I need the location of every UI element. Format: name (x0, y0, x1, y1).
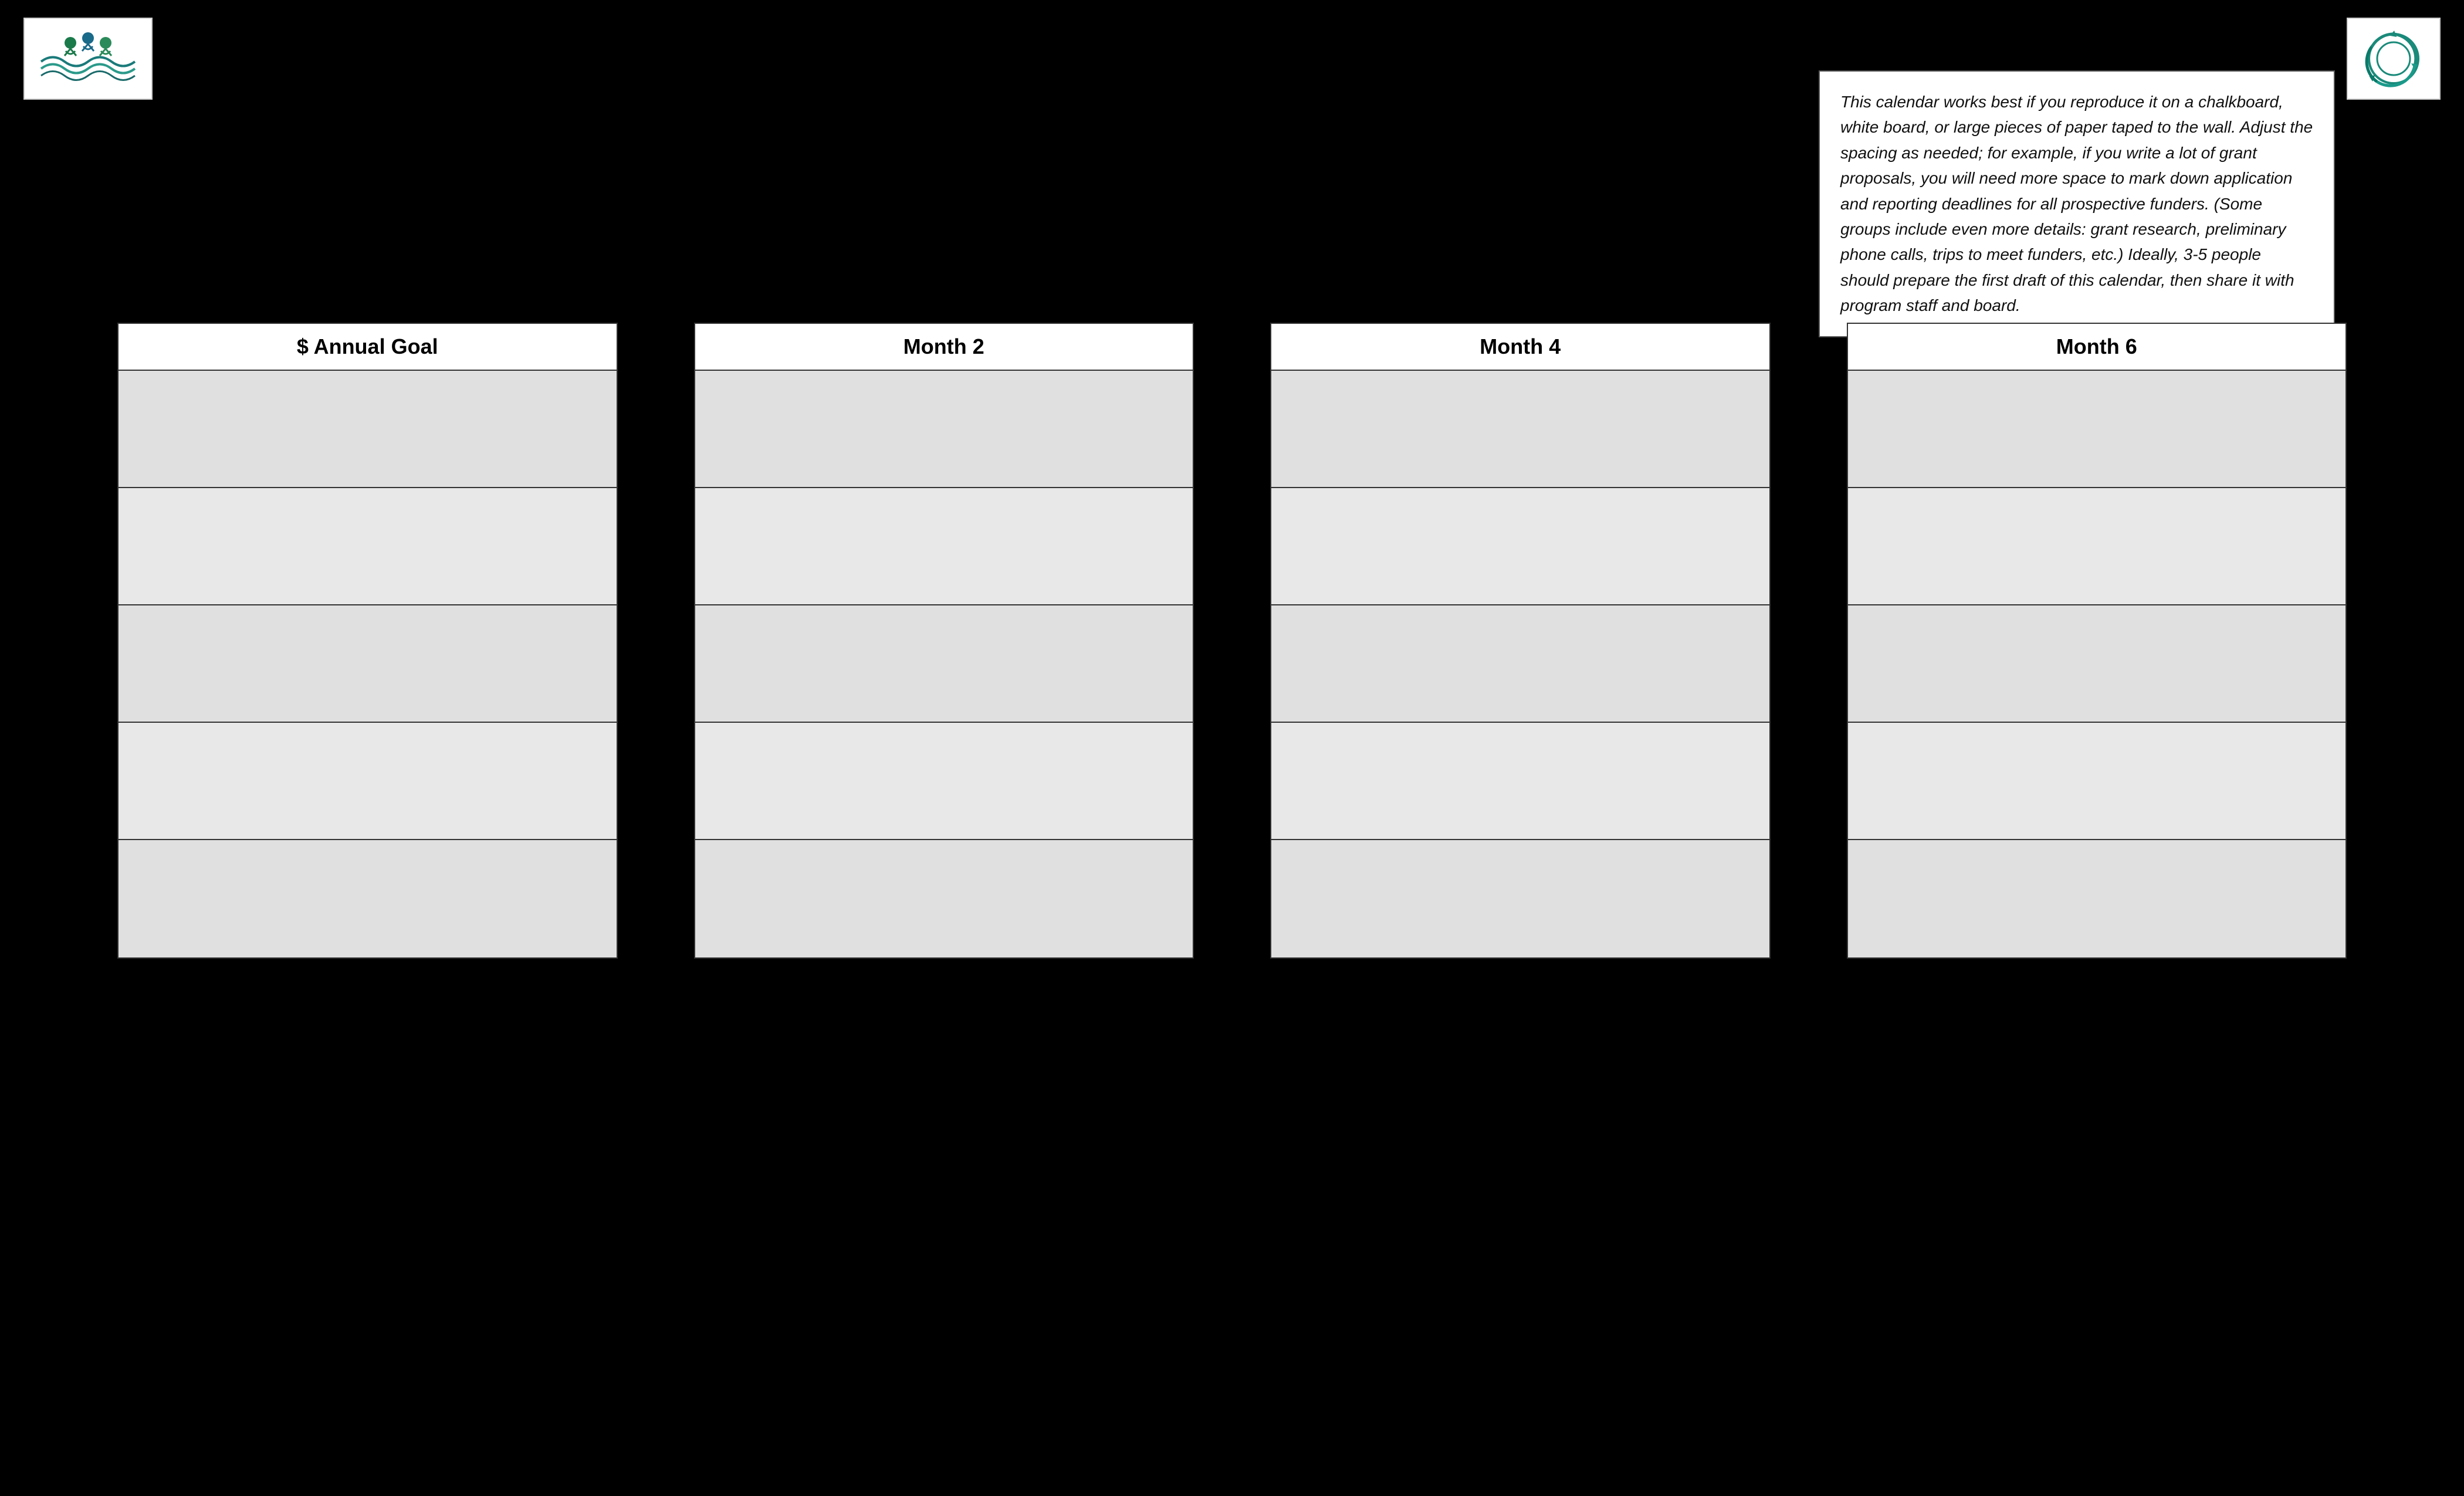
col-row (1271, 371, 1769, 488)
col-row (1848, 488, 2346, 605)
info-text: This calendar works best if you reproduc… (1840, 89, 2313, 319)
col-row (1271, 488, 1769, 605)
col-header-annual: $ Annual Goal (119, 324, 617, 371)
col-row (119, 840, 617, 957)
col-row (1271, 840, 1769, 957)
col-row (695, 840, 1193, 957)
col-row (1848, 371, 2346, 488)
col-row (1271, 605, 1769, 723)
col-row (1848, 723, 2346, 840)
column-month2: Month 2 (694, 323, 1194, 959)
col-row (119, 488, 617, 605)
col-row (1848, 840, 2346, 957)
col-row (119, 723, 617, 840)
column-month4: Month 4 (1270, 323, 1771, 959)
col-header-month4: Month 4 (1271, 324, 1769, 371)
col-row (119, 371, 617, 488)
col-row (1271, 723, 1769, 840)
column-annual-goal: $ Annual Goal (117, 323, 618, 959)
col-header-month6: Month 6 (1848, 324, 2346, 371)
col-row (695, 605, 1193, 723)
grid-area: $ Annual Goal Month 2 Month 4 Month 6 (117, 323, 2347, 959)
column-month6: Month 6 (1847, 323, 2347, 959)
left-logo (23, 18, 153, 100)
col-row (119, 605, 617, 723)
info-box: This calendar works best if you reproduc… (1819, 70, 2335, 337)
col-header-month2: Month 2 (695, 324, 1193, 371)
col-row (695, 371, 1193, 488)
right-logo (2347, 18, 2441, 100)
col-row (695, 723, 1193, 840)
col-row (1848, 605, 2346, 723)
col-row (695, 488, 1193, 605)
